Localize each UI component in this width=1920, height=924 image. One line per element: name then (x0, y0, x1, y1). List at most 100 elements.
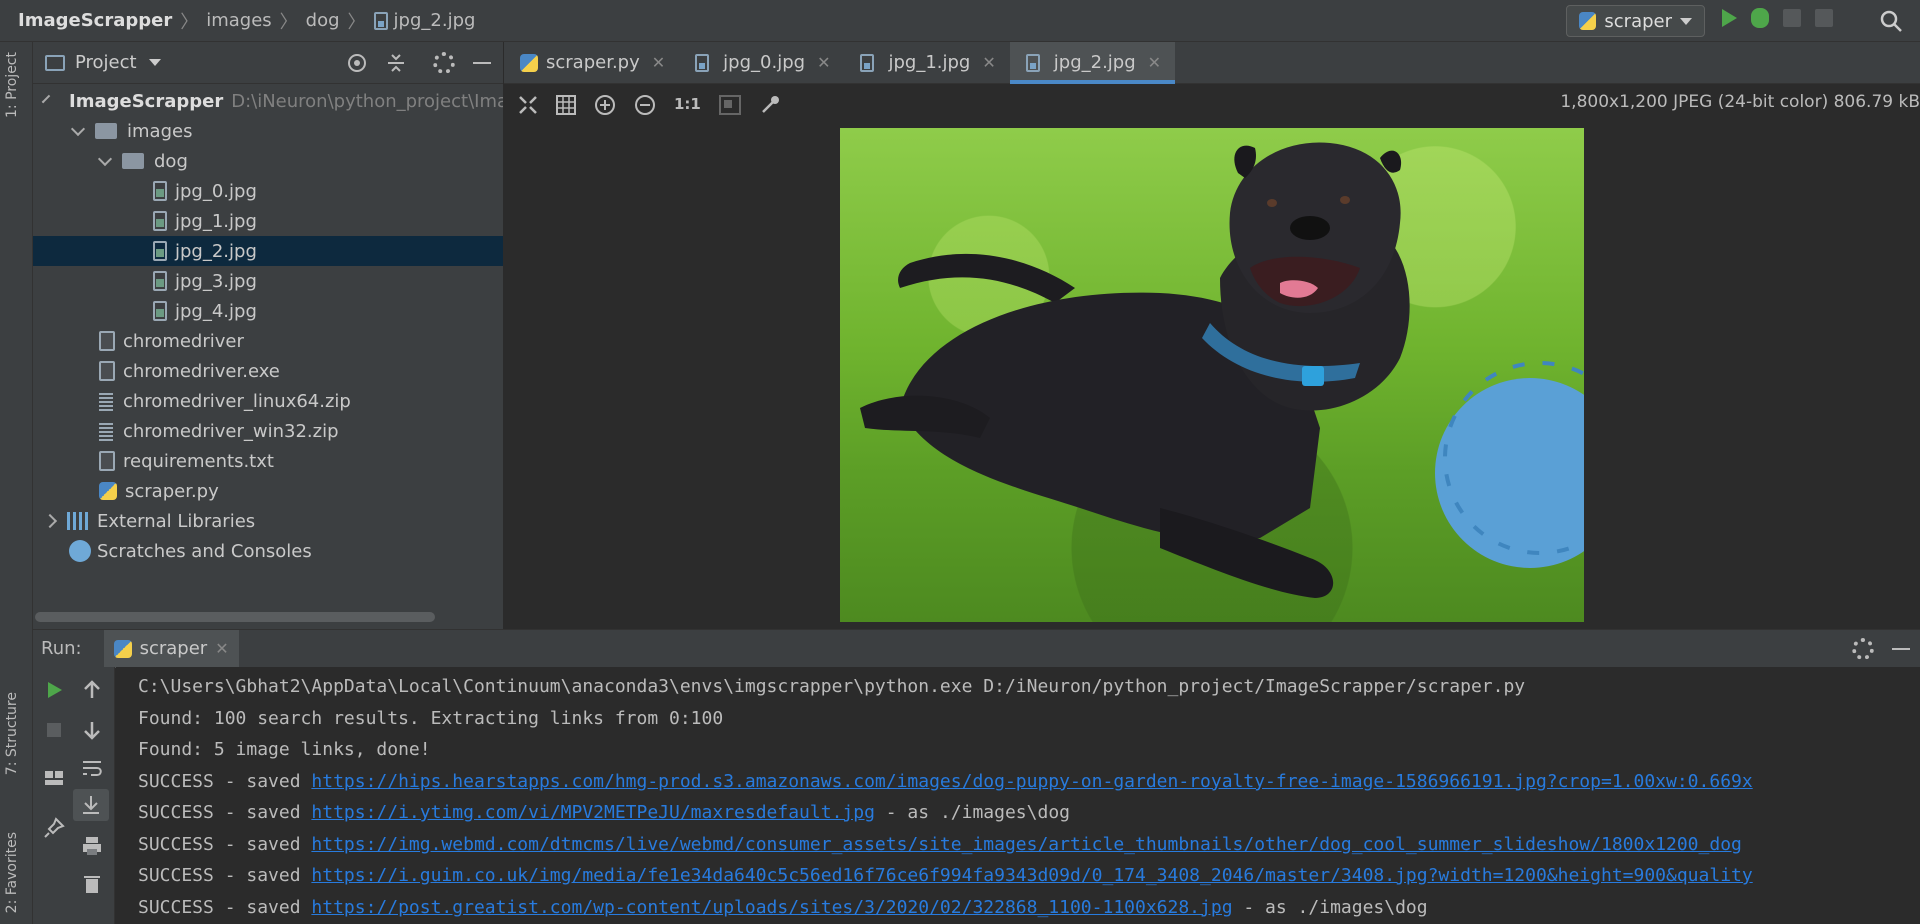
zoom-out-icon[interactable] (634, 94, 656, 116)
console-line: SUCCESS - saved https://i.guim.co.uk/img… (116, 860, 1920, 892)
chevron-down-icon[interactable] (148, 59, 161, 66)
chevron-down-icon (41, 94, 51, 104)
trash-icon[interactable] (81, 873, 103, 895)
console-text: SUCCESS - saved (138, 896, 312, 918)
gear-icon[interactable] (433, 52, 455, 74)
python-file-icon (99, 482, 117, 500)
fit-zoom-icon[interactable] (518, 95, 538, 115)
image-info: 1,800x1,200 JPEG (24-bit color) 806.79 k… (1560, 92, 1920, 112)
tree-item-label: chromedriver_linux64.zip (123, 390, 351, 412)
tree-item-jpg-2[interactable]: jpg_2.jpg (33, 236, 503, 266)
debug-icon[interactable] (1751, 8, 1769, 28)
rerun-icon[interactable] (43, 679, 65, 701)
breadcrumb-separator-icon: 〉 (279, 11, 298, 33)
tree-item-label: chromedriver (123, 330, 244, 352)
tab-jpg-1[interactable]: jpg_1.jpg ✕ (844, 42, 1009, 83)
run-icon[interactable] (1722, 9, 1737, 27)
zoom-in-icon[interactable] (594, 94, 616, 116)
tab-label: scraper.py (546, 52, 640, 73)
breadcrumb-file[interactable]: jpg_2.jpg (394, 10, 476, 31)
image-file-icon (695, 53, 710, 72)
tree-item-root[interactable]: ImageScrapper D:\iNeuron\python_project\… (33, 86, 503, 116)
tree-item-jpg-4[interactable]: jpg_4.jpg (33, 296, 503, 326)
arrow-down-icon[interactable] (81, 719, 103, 741)
scroll-to-end-icon (83, 796, 99, 814)
tree-item-jpg-1[interactable]: jpg_1.jpg (33, 206, 503, 236)
tool-tab-structure[interactable]: 7: Structure (4, 692, 20, 775)
text-file-icon (99, 451, 115, 471)
arrow-up-icon[interactable] (81, 679, 103, 701)
locate-file-icon[interactable] (346, 52, 368, 74)
grid-icon[interactable] (556, 95, 576, 115)
scroll-to-end-toggle[interactable] (73, 789, 109, 821)
tree-item-chromedriver-linux64-zip[interactable]: chromedriver_linux64.zip (33, 386, 503, 416)
tree-item-jpg-0[interactable]: jpg_0.jpg (33, 176, 503, 206)
close-icon[interactable]: ✕ (652, 53, 665, 72)
horizontal-scrollbar[interactable] (35, 612, 435, 622)
run-configuration-selector[interactable]: scraper (1566, 5, 1705, 37)
stop-icon[interactable] (43, 719, 65, 741)
run-tab-scraper[interactable]: scraper ✕ (103, 629, 239, 668)
run-console-output[interactable]: C:\Users\Gbhat2\AppData\Local\Continuum\… (116, 667, 1920, 924)
tree-item-jpg-3[interactable]: jpg_3.jpg (33, 266, 503, 296)
console-text: SUCCESS - saved (138, 802, 312, 823)
tree-item-dog[interactable]: dog (33, 146, 503, 176)
archive-file-icon (99, 421, 113, 441)
close-icon[interactable]: ✕ (817, 53, 830, 72)
tool-tab-favorites[interactable]: 2: Favorites (4, 832, 20, 913)
tree-item-label: dog (154, 150, 188, 172)
tree-item-scraper-py[interactable]: scraper.py (33, 476, 503, 506)
close-icon[interactable]: ✕ (215, 639, 228, 658)
tree-item-requirements[interactable]: requirements.txt (33, 446, 503, 476)
tab-label: jpg_1.jpg (888, 52, 971, 73)
color-picker-icon[interactable] (759, 94, 781, 116)
gear-icon[interactable] (1852, 638, 1874, 660)
tab-scraper-py[interactable]: scraper.py ✕ (504, 42, 679, 83)
breadcrumb-dog[interactable]: dog (306, 10, 340, 31)
close-icon[interactable]: ✕ (1148, 53, 1161, 72)
actual-size-button[interactable]: 1:1 (674, 95, 701, 115)
tree-item-label: jpg_1.jpg (175, 210, 257, 232)
navigation-bar: ImageScrapper 〉 images 〉 dog 〉 jpg_2.jpg… (0, 0, 1920, 42)
background-icon[interactable] (718, 95, 741, 115)
tab-jpg-0[interactable]: jpg_0.jpg ✕ (679, 42, 844, 83)
tree-item-label: ImageScrapper (69, 90, 224, 112)
close-icon[interactable]: ✕ (982, 53, 995, 72)
console-link[interactable]: https://post.greatist.com/wp-content/upl… (311, 897, 1232, 918)
tree-item-images[interactable]: images (33, 116, 503, 146)
editor-tabs: scraper.py ✕ jpg_0.jpg ✕ jpg_1.jpg ✕ jpg… (504, 42, 1920, 84)
minimize-icon[interactable] (1892, 648, 1910, 650)
tree-item-scratches[interactable]: Scratches and Consoles (33, 536, 503, 566)
tool-tab-project[interactable]: 1: Project (4, 52, 20, 118)
run-panel-label: Run: (41, 638, 82, 659)
tree-item-label: jpg_2.jpg (175, 240, 257, 262)
console-link[interactable]: https://i.ytimg.com/vi/MPV2METPeJU/maxre… (311, 802, 875, 823)
library-icon (67, 512, 89, 530)
console-link[interactable]: https://img.webmd.com/dtmcms/live/webmd/… (311, 834, 1741, 855)
print-icon[interactable] (81, 835, 103, 857)
tree-item-label: chromedriver_win32.zip (123, 420, 339, 442)
console-link[interactable]: https://i.guim.co.uk/img/media/fe1e34da6… (311, 865, 1752, 886)
python-icon (1579, 12, 1597, 30)
tree-item-external-libraries[interactable]: External Libraries (33, 506, 503, 536)
tree-item-label: External Libraries (97, 510, 256, 532)
scratches-icon (69, 540, 91, 562)
tree-item-chromedriver-exe[interactable]: chromedriver.exe (33, 356, 503, 386)
stop-icon[interactable] (1815, 9, 1833, 27)
soft-wrap-icon[interactable] (81, 757, 103, 779)
pin-icon[interactable] (43, 817, 65, 839)
search-icon[interactable] (1880, 10, 1902, 32)
tree-item-chromedriver[interactable]: chromedriver (33, 326, 503, 356)
minimize-icon[interactable] (473, 62, 491, 64)
dog-photo (860, 142, 1584, 598)
breadcrumb-images[interactable]: images (206, 10, 271, 31)
tree-item-chromedriver-win32-zip[interactable]: chromedriver_win32.zip (33, 416, 503, 446)
console-link[interactable]: https://hips.hearstapps.com/hmg-prod.s3.… (311, 771, 1752, 792)
layout-icon[interactable] (43, 767, 65, 789)
collapse-all-icon[interactable] (385, 52, 407, 74)
project-panel-title[interactable]: Project (75, 52, 137, 73)
tab-jpg-2[interactable]: jpg_2.jpg ✕ (1009, 42, 1176, 84)
folder-icon (95, 123, 117, 139)
run-with-coverage-icon[interactable] (1783, 9, 1801, 27)
breadcrumb-project[interactable]: ImageScrapper (18, 10, 172, 31)
